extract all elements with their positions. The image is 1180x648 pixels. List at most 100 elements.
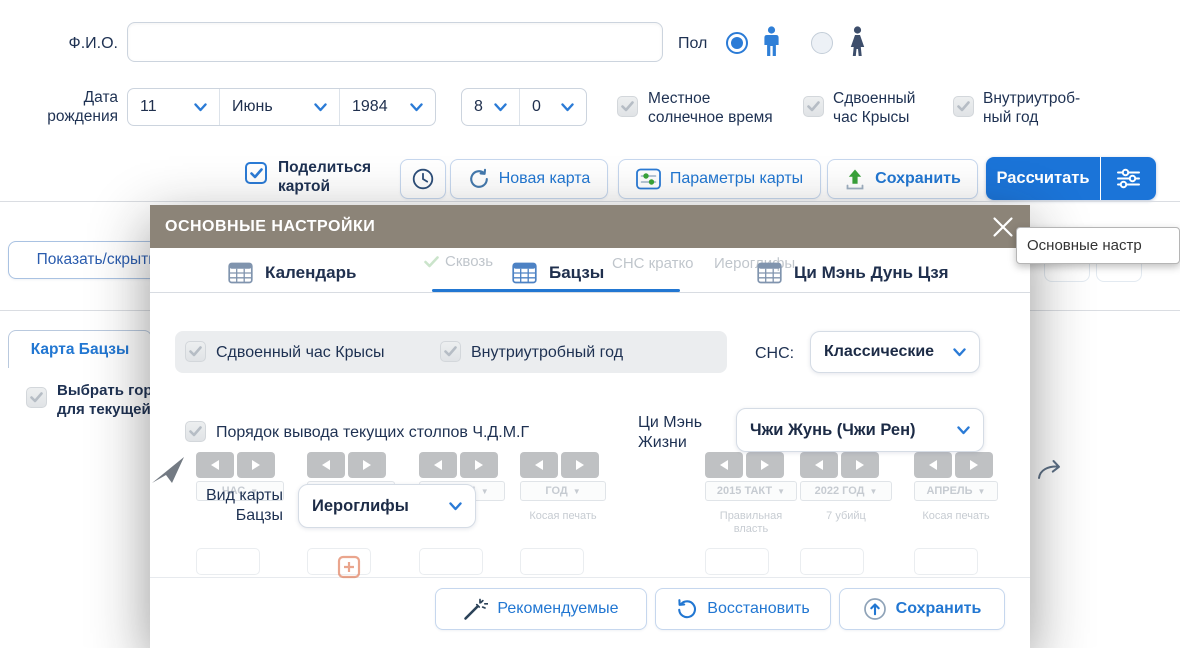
- dim-cell: [914, 548, 978, 575]
- double-rat-hour-checkbox[interactable]: [803, 96, 824, 117]
- dim-cell: [800, 548, 864, 575]
- pillar-order-checkbox[interactable]: [185, 421, 206, 442]
- time-button[interactable]: [400, 159, 446, 199]
- calculate-button[interactable]: Рассчитать: [986, 157, 1100, 200]
- settings-sliders-button[interactable]: [1101, 157, 1156, 200]
- sns-select[interactable]: Классические: [810, 331, 980, 373]
- new-chart-button[interactable]: Новая карта: [450, 159, 608, 199]
- sns-label: СНС:: [755, 344, 794, 363]
- fio-input[interactable]: [127, 22, 663, 62]
- calculate-button-group: Рассчитать: [986, 157, 1156, 200]
- check-icon: [444, 346, 457, 357]
- close-button[interactable]: [986, 211, 1020, 243]
- sns-value: Классические: [824, 343, 945, 361]
- birth-date-select-group: 11 Июнь 1984: [127, 88, 436, 126]
- forward-arrow-icon[interactable]: [1036, 458, 1066, 482]
- hour-select[interactable]: 8: [462, 89, 519, 125]
- bazi-chart-tab[interactable]: Карта Бацзы: [8, 330, 152, 368]
- dim-pillar-nav: [914, 452, 993, 478]
- day-select[interactable]: 11: [128, 89, 219, 125]
- recommended-button[interactable]: Рекомендуемые: [435, 588, 647, 630]
- dim-pillar-nav: [307, 452, 386, 478]
- birth-time-select-group: 8 0: [461, 88, 587, 126]
- chevron-down-icon: [561, 103, 574, 112]
- check-icon: [424, 256, 439, 268]
- dim-pillar-header: 2015 ТАКТ▼: [705, 481, 797, 501]
- dim-ten-god: Правильная власть: [705, 510, 797, 536]
- gender-label: Пол: [678, 34, 707, 53]
- select-city-checkbox[interactable]: [26, 387, 47, 408]
- dim-cell: [419, 548, 483, 575]
- modal-double-rat-checkbox[interactable]: [185, 341, 206, 362]
- check-icon: [189, 346, 202, 357]
- dim-pillar-header: 2022 ГОД▼: [800, 481, 892, 501]
- minute-value: 0: [532, 98, 553, 116]
- dim-option: СНС кратко: [612, 255, 694, 272]
- chevron-down-icon: [449, 502, 462, 511]
- share-chart-checkbox[interactable]: [245, 162, 267, 184]
- year-select[interactable]: 1984: [339, 89, 435, 125]
- month-value: Июнь: [232, 98, 306, 116]
- dim-pillar-header: АПРЕЛЬ▼: [914, 481, 998, 501]
- check-icon: [807, 101, 820, 112]
- tooltip-text: Основные настр: [1027, 237, 1142, 254]
- pillar-order-label: Порядок вывода текущих столпов Ч.Д.М.Г: [216, 423, 529, 442]
- tab-bazi[interactable]: Бацзы: [512, 257, 604, 289]
- qimen-life-select[interactable]: Чжи Жунь (Чжи Рен): [736, 408, 984, 452]
- divider: [0, 201, 1180, 202]
- tab-calendar[interactable]: Календарь: [228, 257, 356, 289]
- save-chart-button[interactable]: Сохранить: [827, 159, 978, 199]
- dart-icon: [150, 451, 186, 487]
- dim-pillar-nav: [196, 452, 275, 478]
- chevron-down-icon: [953, 348, 966, 357]
- modal-double-rat-label: Сдвоенный час Крысы: [216, 343, 384, 362]
- tab-bar-divider: [150, 292, 1030, 293]
- check-icon: [189, 426, 202, 437]
- qimen-grid-icon: [757, 262, 782, 284]
- dim-pillar-header: ГОД▼: [520, 481, 606, 501]
- chevron-down-icon: [410, 103, 423, 112]
- app-root: Ф.И.О. Пол Дата рождения 11 Июнь 1984 8: [0, 0, 1180, 648]
- day-value: 11: [140, 98, 186, 116]
- footer-divider: [150, 577, 1030, 578]
- intrauterine-year-checkbox[interactable]: [953, 96, 974, 117]
- restore-button[interactable]: Восстановить: [655, 588, 831, 630]
- dim-pillar-nav: [705, 452, 784, 478]
- clock-icon: [411, 167, 435, 191]
- minute-select[interactable]: 0: [519, 89, 586, 125]
- modal-save-label: Сохранить: [896, 600, 982, 618]
- orange-marker-icon: [337, 555, 361, 579]
- tab-bazi-label: Бацзы: [549, 263, 604, 283]
- dim-cell: [705, 548, 769, 575]
- hour-value: 8: [474, 98, 486, 116]
- calendar-grid-icon: [228, 262, 253, 284]
- modal-intrauterine-label: Внутриутробный год: [471, 343, 623, 362]
- chevron-down-icon: [494, 103, 507, 112]
- chart-params-button[interactable]: Параметры карты: [618, 159, 821, 199]
- bazi-grid-icon: [512, 262, 537, 284]
- chart-params-label: Параметры карты: [670, 170, 803, 188]
- chart-view-select[interactable]: Иероглифы: [298, 484, 476, 528]
- check-icon: [30, 392, 43, 403]
- gender-male-radio[interactable]: [726, 32, 748, 54]
- dim-option: Сквозь: [424, 253, 493, 270]
- recommended-label: Рекомендуемые: [497, 600, 618, 618]
- modal-body: Сквозь СНС кратко Иероглифы ЧАС▼ ДЕНЬ▼ М…: [150, 248, 1030, 648]
- dim-cell: [520, 548, 584, 575]
- modal-intrauterine-checkbox[interactable]: [440, 341, 461, 362]
- calculate-label: Рассчитать: [996, 169, 1089, 188]
- tab-qimen[interactable]: Ци Мэнь Дунь Цзя: [757, 257, 949, 289]
- modal-save-button[interactable]: Сохранить: [839, 588, 1005, 630]
- upload-circle-icon: [863, 597, 887, 621]
- dim-ten-god: Косая печать: [520, 510, 606, 523]
- refresh-icon: [468, 168, 490, 190]
- chevron-down-icon: [194, 103, 207, 112]
- fio-label: Ф.И.О.: [20, 34, 118, 53]
- tab-calendar-label: Календарь: [265, 263, 356, 283]
- local-solar-time-checkbox[interactable]: [617, 96, 638, 117]
- gender-female-radio[interactable]: [811, 32, 833, 54]
- dim-pillar-nav: [520, 452, 599, 478]
- modal-header: ОСНОВНЫЕ НАСТРОЙКИ: [150, 205, 1030, 248]
- month-select[interactable]: Июнь: [219, 89, 339, 125]
- upload-arrow-icon: [844, 168, 866, 190]
